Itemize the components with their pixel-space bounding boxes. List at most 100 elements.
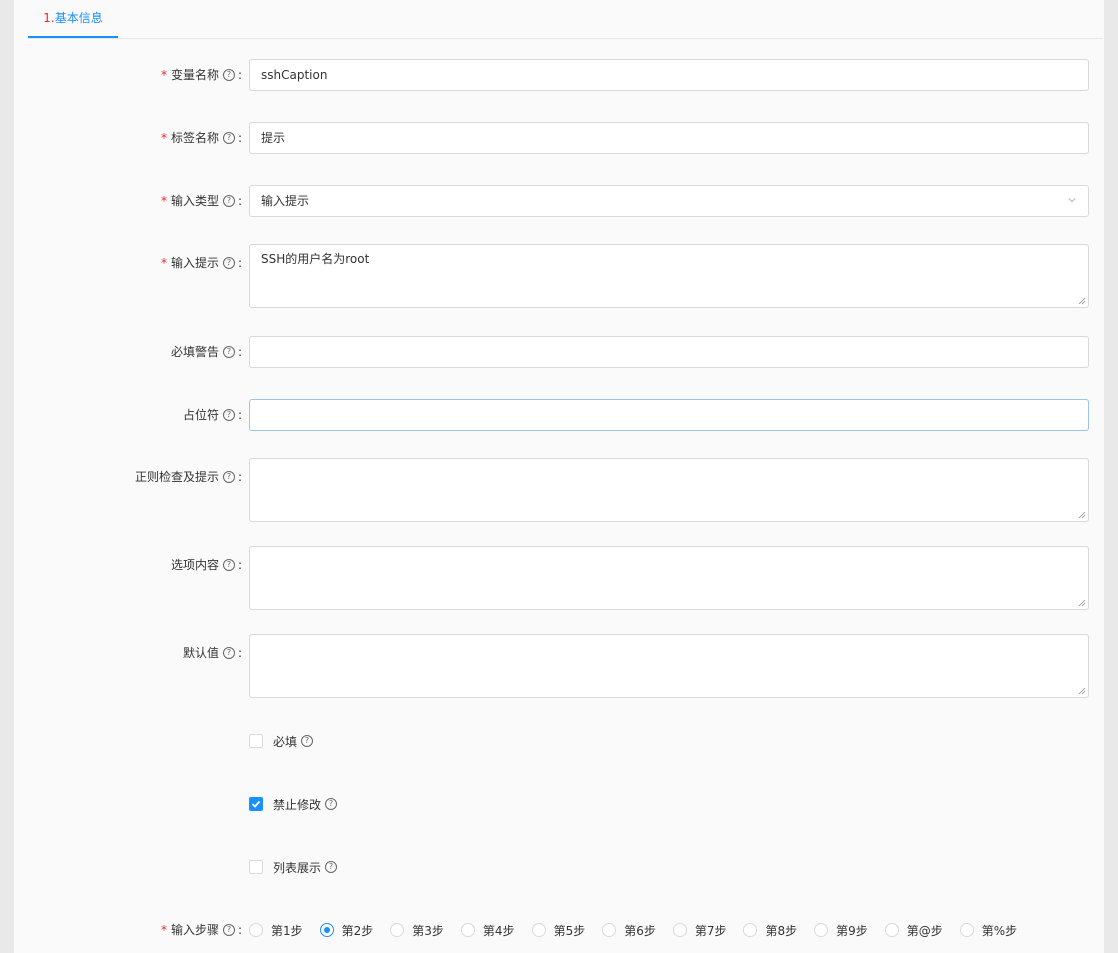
step-radio-option[interactable]: 第5步 — [531, 922, 585, 939]
radio-button[interactable] — [319, 923, 334, 937]
label-tag-name: * 标签名称 ? : — [161, 122, 242, 154]
var-name-input[interactable]: sshCaption — [249, 59, 1089, 91]
checkbox-no-modify-row[interactable]: 禁止修改 ? — [249, 796, 338, 812]
radio-label: 第%步 — [981, 923, 1018, 938]
radio-button[interactable] — [743, 923, 758, 937]
step-radio-option[interactable]: 第%步 — [959, 922, 1018, 939]
checkbox-no-modify[interactable] — [249, 797, 263, 811]
radio-label: 第8步 — [765, 923, 798, 938]
checkbox-required-row[interactable]: 必填 ? — [249, 733, 314, 749]
label-text: 标签名称 — [170, 131, 219, 145]
help-icon[interactable]: ? — [222, 195, 235, 207]
label-colon: : — [237, 558, 242, 572]
label-text: 占位符 — [182, 408, 219, 422]
select-value: 输入提示 — [261, 194, 310, 208]
label-colon: : — [237, 646, 242, 660]
resize-handle-icon[interactable] — [1078, 599, 1086, 607]
tab-bar: 1.基本信息 — [28, 0, 1103, 39]
step-radio-option[interactable]: 第6步 — [602, 922, 656, 939]
label-text: 输入类型 — [170, 194, 219, 208]
radio-label: 第9步 — [836, 923, 868, 938]
textarea-value: SSH的用户名为root — [261, 252, 370, 266]
radio-button[interactable] — [602, 923, 617, 937]
default-value-textarea[interactable] — [249, 634, 1089, 698]
step-radio-option[interactable]: 第7步 — [672, 922, 727, 939]
step-radio-option[interactable]: 第4步 — [460, 922, 515, 939]
label-colon: : — [237, 923, 242, 937]
step-radio-option[interactable]: 第8步 — [743, 922, 797, 939]
radio-button[interactable] — [672, 923, 687, 937]
radio-button[interactable] — [460, 923, 475, 937]
required-warning-input[interactable] — [249, 336, 1089, 368]
required-mark: * — [160, 923, 167, 937]
radio-label: 第6步 — [624, 923, 656, 938]
label-required-warning: 必填警告 ? : — [171, 336, 242, 368]
form-panel: 1.基本信息 * 变量名称 ? : sshCaption * 标签名称 ? : … — [14, 0, 1104, 953]
radio-button[interactable] — [249, 923, 263, 937]
help-icon[interactable]: ? — [222, 647, 235, 659]
radio-button[interactable] — [884, 923, 899, 937]
help-icon[interactable]: ? — [325, 861, 338, 873]
tab-label: 基本信息 — [54, 11, 103, 25]
step-radio-option[interactable]: 第9步 — [814, 922, 868, 939]
resize-handle-icon[interactable] — [1078, 297, 1086, 305]
help-icon[interactable]: ? — [222, 69, 235, 81]
label-colon: : — [237, 131, 242, 145]
resize-handle-icon[interactable] — [1078, 687, 1086, 695]
help-icon[interactable]: ? — [222, 471, 235, 483]
resize-handle-icon[interactable] — [1078, 511, 1086, 519]
radio-button[interactable] — [814, 923, 829, 937]
step-radio-option[interactable]: 第3步 — [390, 922, 444, 939]
required-mark: * — [160, 194, 167, 208]
label-colon: : — [237, 470, 242, 484]
radio-label: 第7步 — [694, 923, 727, 938]
radio-button[interactable] — [390, 923, 405, 937]
regex-textarea[interactable] — [249, 458, 1089, 522]
help-icon[interactable]: ? — [301, 735, 314, 747]
step-radio-option[interactable]: 第@步 — [884, 922, 943, 939]
step-radio-option[interactable]: 第1步 — [249, 922, 303, 939]
checkbox-list-show-row[interactable]: 列表展示 ? — [249, 859, 338, 875]
label-text: 变量名称 — [170, 68, 219, 82]
label-colon: : — [237, 345, 242, 359]
checkbox-list-show[interactable] — [249, 860, 263, 874]
label-colon: : — [237, 194, 242, 208]
radio-label: 第@步 — [906, 923, 943, 938]
checkbox-required[interactable] — [249, 734, 263, 748]
help-icon[interactable]: ? — [325, 798, 338, 810]
step-radio-option[interactable]: 第2步 — [319, 922, 373, 939]
label-text: 默认值 — [182, 646, 219, 660]
placeholder-input[interactable] — [249, 399, 1089, 431]
checkmark-icon — [251, 800, 261, 808]
help-icon[interactable]: ? — [222, 924, 235, 936]
checkbox-label: 列表展示 — [273, 860, 322, 875]
input-type-select[interactable]: 输入提示 — [249, 185, 1089, 217]
tab-basic-info[interactable]: 1.基本信息 — [28, 0, 118, 38]
help-icon[interactable]: ? — [222, 409, 235, 421]
label-text: 输入提示 — [170, 256, 219, 270]
label-text: 正则检查及提示 — [134, 470, 219, 484]
radio-button[interactable] — [959, 923, 974, 937]
radio-label: 第3步 — [412, 923, 444, 938]
radio-button[interactable] — [531, 923, 546, 937]
label-placeholder: 占位符 ? : — [183, 399, 242, 431]
tab-number: 1. — [43, 11, 55, 25]
input-hint-textarea[interactable]: SSH的用户名为root — [249, 244, 1089, 308]
help-icon[interactable]: ? — [222, 257, 235, 269]
checkbox-label: 必填 — [273, 734, 298, 749]
tag-name-input[interactable]: 提示 — [249, 122, 1089, 154]
help-icon[interactable]: ? — [222, 559, 235, 571]
label-colon: : — [237, 256, 242, 270]
checkbox-label: 禁止修改 — [273, 797, 322, 812]
label-regex: 正则检查及提示 ? : — [135, 461, 242, 493]
label-text: 输入步骤 — [170, 923, 219, 937]
help-icon[interactable]: ? — [222, 132, 235, 144]
label-input-type: * 输入类型 ? : — [161, 185, 242, 217]
help-icon[interactable]: ? — [222, 346, 235, 358]
required-mark: * — [160, 256, 167, 270]
label-text: 必填警告 — [170, 345, 219, 359]
label-colon: : — [237, 68, 242, 82]
options-textarea[interactable] — [249, 546, 1089, 610]
label-text: 选项内容 — [170, 558, 219, 572]
label-default-value: 默认值 ? : — [183, 637, 242, 669]
